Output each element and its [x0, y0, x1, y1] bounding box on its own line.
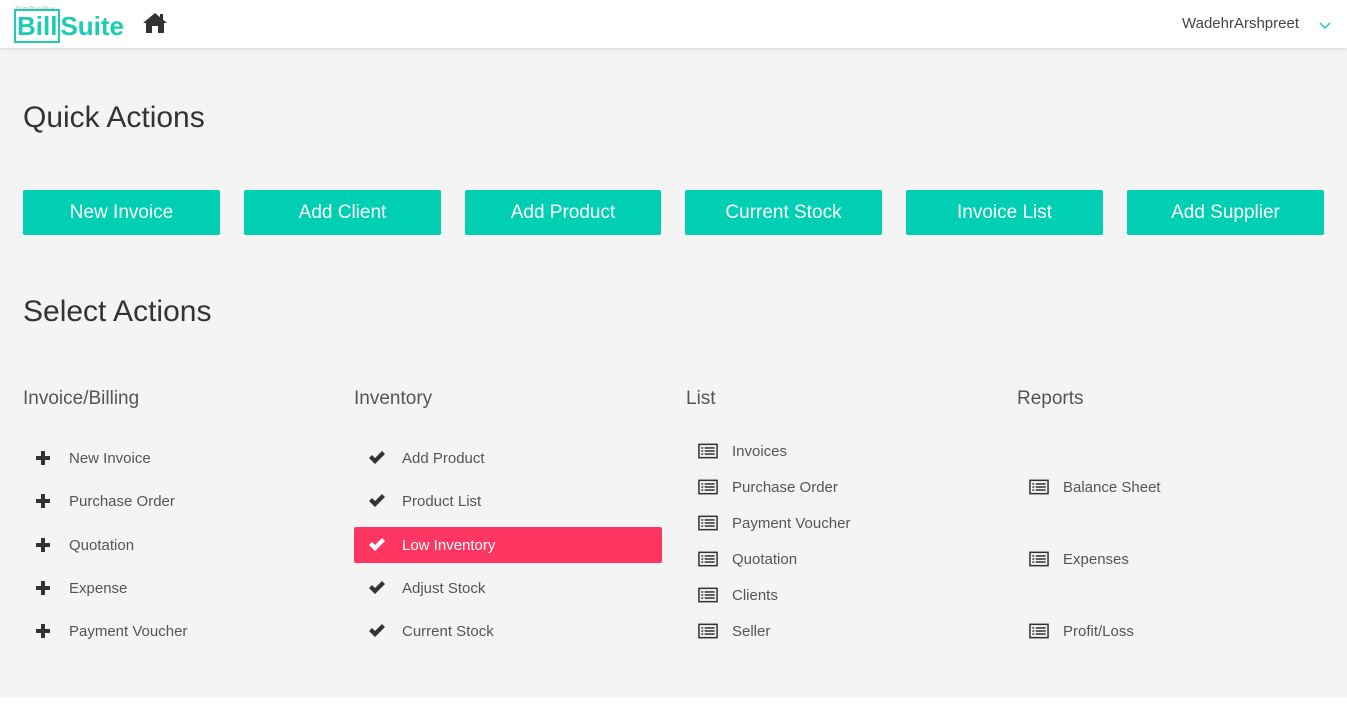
inventory-heading: Inventory	[354, 388, 433, 409]
quick-actions-title: Quick Actions	[23, 101, 205, 134]
plus-icon	[35, 580, 55, 596]
list-icon	[1029, 551, 1049, 567]
billing-payment-voucher[interactable]: Payment Voucher	[35, 619, 187, 643]
reports-profit-loss[interactable]: Profit/Loss	[1029, 619, 1134, 643]
inventory-product-list[interactable]: Product List	[368, 489, 481, 513]
inventory-add-product[interactable]: Add Product	[368, 446, 485, 470]
list-payment-voucher[interactable]: Payment Voucher	[698, 511, 850, 535]
list-icon	[698, 515, 718, 531]
billsuite-logo[interactable]: DataPaceBox Bill Suite	[14, 7, 124, 43]
current-stock-button[interactable]: Current Stock	[685, 190, 882, 235]
username[interactable]: WadehrArshpreet	[1182, 15, 1299, 32]
list-quotation[interactable]: Quotation	[698, 547, 797, 571]
plus-icon	[35, 537, 55, 553]
check-icon	[368, 493, 388, 509]
add-product-button[interactable]: Add Product	[465, 190, 661, 235]
inventory-current-stock[interactable]: Current Stock	[368, 619, 494, 643]
check-icon	[368, 623, 388, 639]
logo-text: Bill Suite	[14, 9, 124, 43]
select-actions-title: Select Actions	[23, 295, 212, 328]
plus-icon	[35, 493, 55, 509]
list-icon	[1029, 479, 1049, 495]
list-icon	[698, 551, 718, 567]
inventory-adjust-stock[interactable]: Adjust Stock	[368, 576, 485, 600]
list-icon	[698, 623, 718, 639]
reports-heading: Reports	[1017, 388, 1084, 409]
footer-strip	[0, 697, 1347, 713]
check-icon	[368, 537, 388, 553]
add-client-button[interactable]: Add Client	[244, 190, 441, 235]
list-seller[interactable]: Seller	[698, 619, 770, 643]
home-icon[interactable]	[141, 11, 169, 35]
new-invoice-button[interactable]: New Invoice	[23, 190, 220, 235]
invoice-list-button[interactable]: Invoice List	[906, 190, 1103, 235]
list-icon	[698, 479, 718, 495]
plus-icon	[35, 623, 55, 639]
list-heading: List	[686, 388, 716, 409]
check-icon	[368, 450, 388, 466]
add-supplier-button[interactable]: Add Supplier	[1127, 190, 1324, 235]
list-icon	[698, 587, 718, 603]
billing-new-invoice[interactable]: New Invoice	[35, 446, 151, 470]
list-invoices[interactable]: Invoices	[698, 439, 787, 463]
invoice-billing-heading: Invoice/Billing	[23, 388, 140, 409]
main-content: Quick Actions New Invoice Add Client Add…	[0, 48, 1347, 697]
reports-expenses[interactable]: Expenses	[1029, 547, 1129, 571]
inventory-low-inventory[interactable]: Low Inventory	[354, 527, 662, 563]
list-icon	[698, 443, 718, 459]
plus-icon	[35, 450, 55, 466]
billing-purchase-order[interactable]: Purchase Order	[35, 489, 175, 513]
billing-quotation[interactable]: Quotation	[35, 533, 134, 557]
list-clients[interactable]: Clients	[698, 583, 778, 607]
billing-expense[interactable]: Expense	[35, 576, 127, 600]
check-icon	[368, 580, 388, 596]
list-icon	[1029, 623, 1049, 639]
top-bar: DataPaceBox Bill Suite WadehrArshpreet	[0, 0, 1347, 48]
list-purchase-order[interactable]: Purchase Order	[698, 475, 838, 499]
reports-balance-sheet[interactable]: Balance Sheet	[1029, 475, 1161, 499]
chevron-down-icon[interactable]	[1319, 18, 1331, 30]
